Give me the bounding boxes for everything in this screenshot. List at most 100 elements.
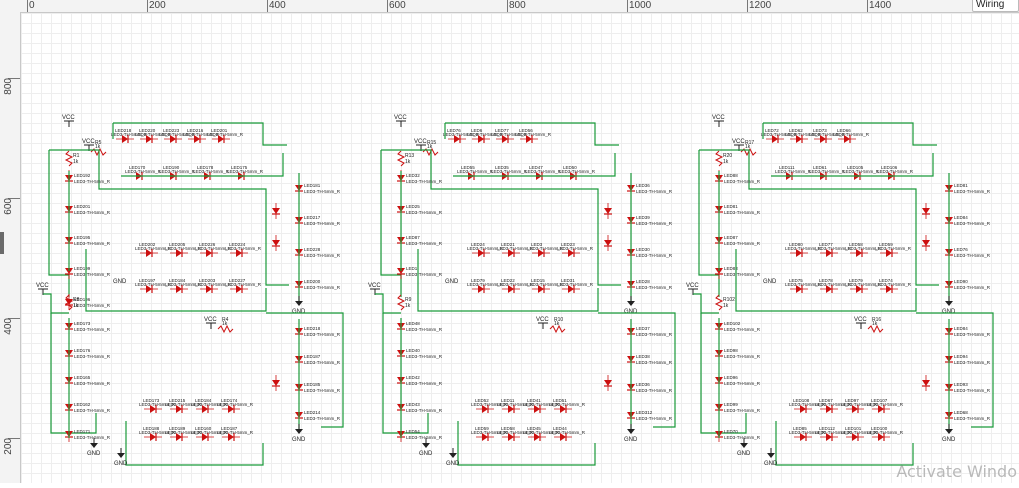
led-part-name: LED3-TH-5mm_R xyxy=(954,221,991,226)
led-part-name: LED3-TH-5mm_R xyxy=(225,246,262,251)
gnd-label: GND xyxy=(942,309,956,315)
activation-watermark: Activate Windo xyxy=(896,462,1017,481)
gnd-symbol xyxy=(90,443,98,448)
led-part-name: LED3-TH-5mm_R xyxy=(304,221,341,226)
panel-resize-handle[interactable] xyxy=(0,232,4,254)
led-part-name: LED3-TH-5mm_R xyxy=(304,360,341,365)
led-designator: LED36 xyxy=(636,183,650,188)
led-part-name: LED3-TH-5mm_R xyxy=(74,435,111,440)
led-part-name: LED3-TH-5mm_R xyxy=(74,179,111,184)
resistor-value: 1k xyxy=(554,321,560,327)
led-part-name: LED3-TH-5mm_R xyxy=(843,169,880,174)
ruler-label: 1000 xyxy=(629,0,652,11)
gnd-symbol xyxy=(449,453,457,458)
led-designator: LED32 xyxy=(406,173,420,178)
wire xyxy=(48,150,70,297)
gnd-symbol xyxy=(422,443,430,448)
ruler-label: 800 xyxy=(3,78,14,95)
led-part-name: LED3-TH-5mm_R xyxy=(74,327,111,332)
led-designator: LED30 xyxy=(636,247,650,252)
led-designator: LED84 xyxy=(954,326,968,331)
led-part-name: LED3-TH-5mm_R xyxy=(525,169,562,174)
top-ruler: 0 200 400 600 800 1000 1200 1400 Wiring xyxy=(0,0,1019,13)
gnd-label: GND xyxy=(764,461,778,467)
led-part-name: LED3-TH-5mm_R xyxy=(406,327,443,332)
led-designator: LED162 xyxy=(74,402,91,407)
led-designator: LED201 xyxy=(74,204,91,209)
resistor-value: 1k xyxy=(95,144,101,150)
ruler-label: 0 xyxy=(29,0,35,11)
led-part-name: LED3-TH-5mm_R xyxy=(125,169,162,174)
led-part-name: LED3-TH-5mm_R xyxy=(406,210,443,215)
led-part-name: LED3-TH-5mm_R xyxy=(724,241,761,246)
led-part-name: LED3-TH-5mm_R xyxy=(954,360,991,365)
ruler-label: 200 xyxy=(3,438,14,455)
led-part-name: LED3-TH-5mm_R xyxy=(74,381,111,386)
schematic-drawing[interactable]: VCCR11kVCC R51kLED218LED3-TH-5mm_RLED220L… xyxy=(21,13,1019,483)
led-designator: LED87 xyxy=(406,235,420,240)
led-part-name: LED3-TH-5mm_R xyxy=(406,179,443,184)
led-part-name: LED3-TH-5mm_R xyxy=(954,285,991,290)
led-designator: LED28 xyxy=(636,279,650,284)
gnd-symbol xyxy=(295,301,303,306)
led-part-name: LED3-TH-5mm_R xyxy=(636,332,673,337)
led-part-name: LED3-TH-5mm_R xyxy=(225,282,262,287)
schematic-canvas[interactable]: VCC R1 1k VCC R5 1k LED218 LED3-TH-5mm_R LED220 L… xyxy=(21,13,1019,483)
led-designator: LED81 xyxy=(954,183,968,188)
led-designator: LED165 xyxy=(74,375,91,380)
gnd-symbol xyxy=(627,301,635,306)
wiring-tab[interactable]: Wiring xyxy=(972,0,1019,12)
led-part-name: LED3-TH-5mm_R xyxy=(406,241,443,246)
vcc-label: VCC xyxy=(732,139,745,145)
led-part-name: LED3-TH-5mm_R xyxy=(457,169,494,174)
vcc-label: VCC xyxy=(82,139,95,145)
led-part-name: LED3-TH-5mm_R xyxy=(557,282,594,287)
resistor-symbol xyxy=(396,150,406,167)
ruler-label: 1200 xyxy=(749,0,772,11)
led-part-name: LED3-TH-5mm_R xyxy=(193,169,230,174)
led-designator: LED43 xyxy=(406,402,420,407)
gnd-symbol xyxy=(740,443,748,448)
led-part-name: LED3-TH-5mm_R xyxy=(406,435,443,440)
led-part-name: LED3-TH-5mm_R xyxy=(304,253,341,258)
led-part-name: LED3-TH-5mm_R xyxy=(227,169,264,174)
resistor-value: 1k xyxy=(723,159,729,165)
vcc-label: VCC xyxy=(204,317,217,323)
led-designator: LED218 xyxy=(304,326,321,331)
vcc-label: VCC xyxy=(394,115,407,121)
gnd-symbol xyxy=(945,429,953,434)
led-designator: LED68 xyxy=(954,410,968,415)
led-designator: LED87 xyxy=(724,235,738,240)
led-part-name: LED3-TH-5mm_R xyxy=(304,332,341,337)
ruler-label: 600 xyxy=(389,0,406,11)
led-part-name: LED3-TH-5mm_R xyxy=(74,210,111,215)
led-designator: LED217 xyxy=(304,215,321,220)
led-designator: LED88 xyxy=(724,173,738,178)
led-part-name: LED3-TH-5mm_R xyxy=(724,327,761,332)
led-part-name: LED3-TH-5mm_R xyxy=(954,189,991,194)
led-designator: LED181 xyxy=(304,183,321,188)
led-part-name: LED3-TH-5mm_R xyxy=(304,189,341,194)
led-part-name: LED3-TH-5mm_R xyxy=(877,169,914,174)
led-part-name: LED3-TH-5mm_R xyxy=(74,354,111,359)
resistor-value: 1k xyxy=(405,303,411,309)
led-part-name: LED3-TH-5mm_R xyxy=(636,285,673,290)
led-designator: LED99 xyxy=(724,402,738,407)
vcc-label: VCC xyxy=(712,115,725,121)
resistor-symbol xyxy=(64,150,74,167)
led-designator: LED173 xyxy=(74,321,91,326)
resistor-value: 1k xyxy=(745,144,751,150)
led-designator: LED312 xyxy=(636,410,653,415)
resistor-value: 1k xyxy=(723,303,729,309)
led-designator: LED187 xyxy=(304,354,321,359)
led-designator: LED25 xyxy=(406,204,420,209)
led-part-name: LED3-TH-5mm_R xyxy=(636,253,673,258)
gnd-symbol xyxy=(767,453,775,458)
gnd-label: GND xyxy=(624,309,638,315)
resistor-symbol xyxy=(396,294,406,311)
led-designator: LED1 xyxy=(406,266,418,271)
led-part-name: LED3-TH-5mm_R xyxy=(636,189,673,194)
led-part-name: LED3-TH-5mm_R xyxy=(74,408,111,413)
led-part-name: LED3-TH-5mm_R xyxy=(217,430,254,435)
led-designator: LED98 xyxy=(724,348,738,353)
